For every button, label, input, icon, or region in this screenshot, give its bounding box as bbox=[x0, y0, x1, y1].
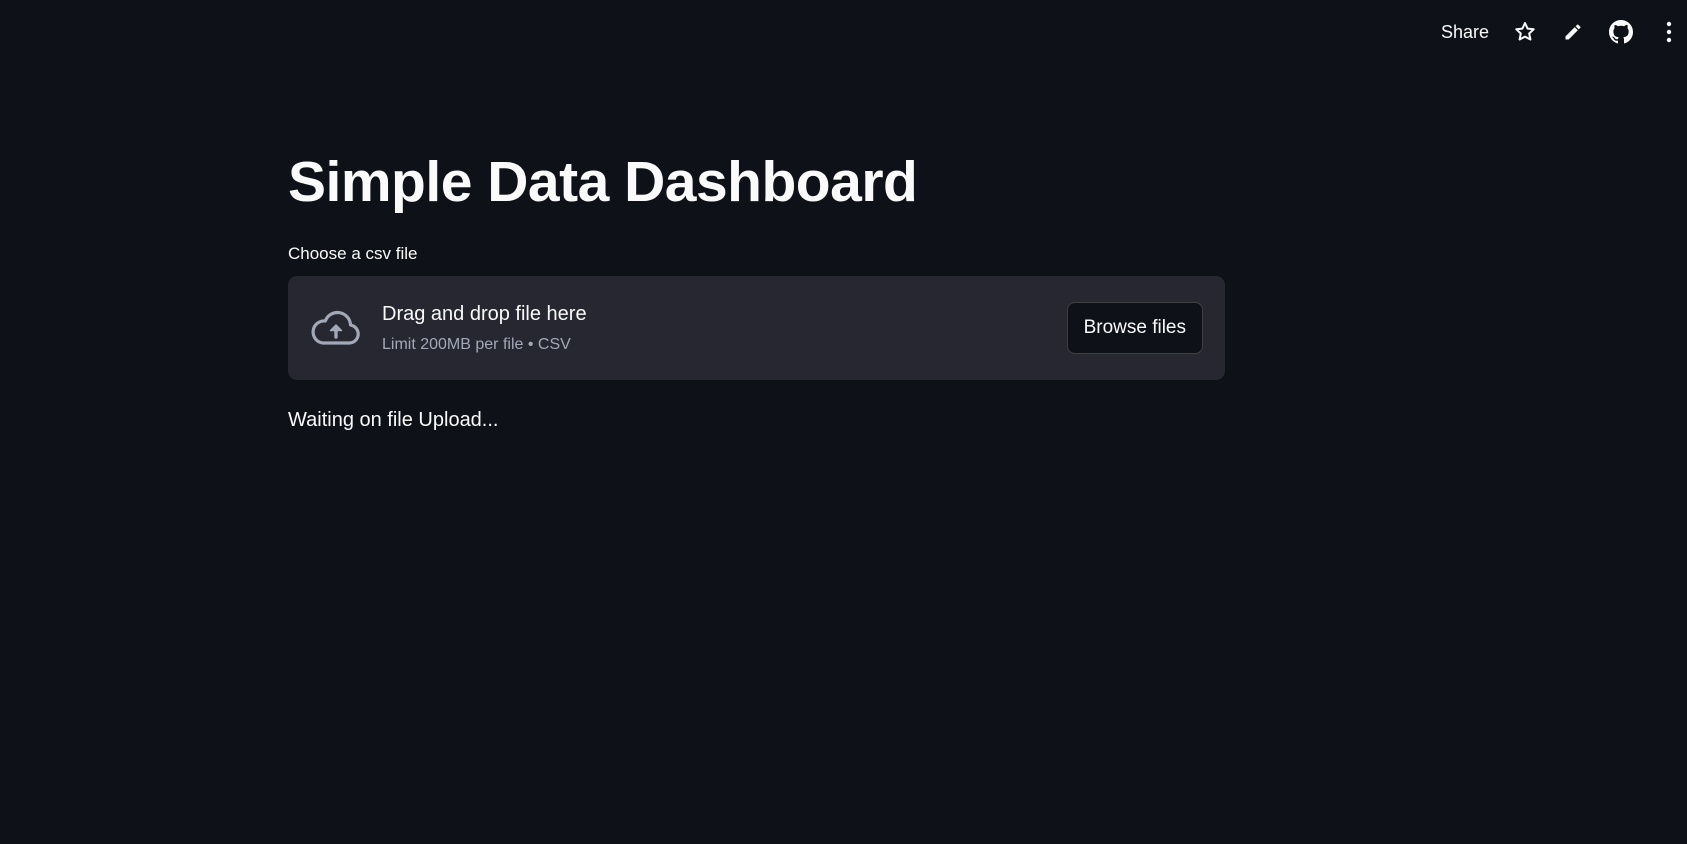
more-vertical-icon[interactable] bbox=[1655, 18, 1683, 46]
file-uploader-label: Choose a csv file bbox=[288, 244, 418, 263]
share-button[interactable]: Share bbox=[1441, 22, 1489, 43]
dropzone-limit: Limit 200MB per file • CSV bbox=[382, 336, 571, 353]
file-dropzone[interactable]: Drag and drop file here Limit 200MB per … bbox=[288, 276, 1225, 380]
upload-status-text: Waiting on file Upload... bbox=[288, 409, 499, 431]
cloud-upload-icon bbox=[310, 302, 362, 354]
star-icon[interactable] bbox=[1511, 18, 1539, 46]
page-title: Simple Data Dashboard bbox=[288, 150, 918, 214]
browse-files-button[interactable]: Browse files bbox=[1066, 302, 1203, 354]
github-icon[interactable] bbox=[1607, 18, 1635, 46]
dropzone-text: Drag and drop file here Limit 200MB per … bbox=[382, 300, 1067, 356]
pencil-icon[interactable] bbox=[1559, 18, 1587, 46]
main-content: Simple Data Dashboard Choose a csv file … bbox=[288, 140, 1225, 434]
dropzone-title: Drag and drop file here bbox=[382, 303, 587, 325]
header-toolbar: Share bbox=[1441, 14, 1687, 50]
